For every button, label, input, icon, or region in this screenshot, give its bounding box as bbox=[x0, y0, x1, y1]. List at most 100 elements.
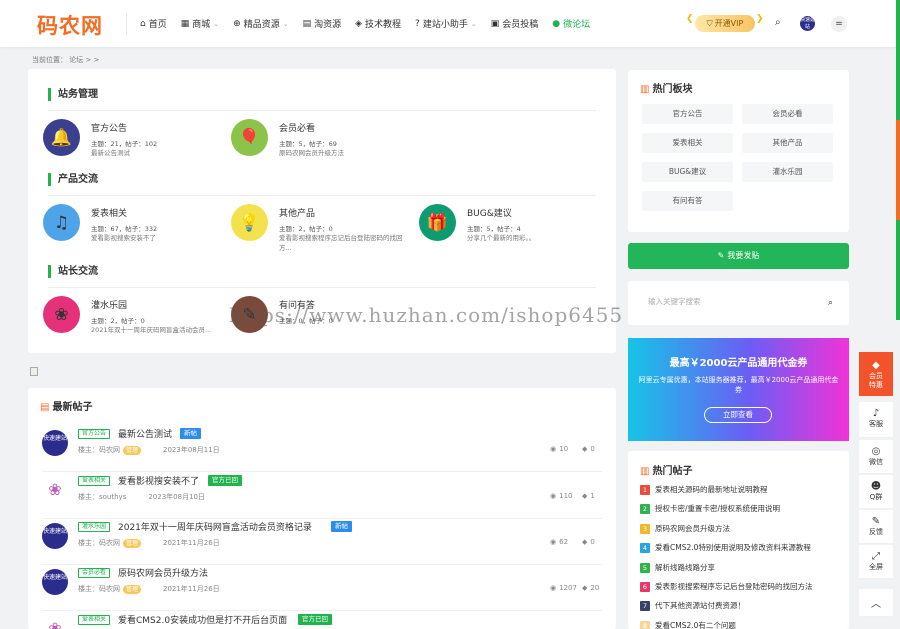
forum-item[interactable]: 🔔 官方公告 主题：21，帖子：102 最新公告测试 bbox=[43, 119, 223, 159]
hot-post-title[interactable]: 爱看CMS2.0有二个问题 bbox=[655, 621, 736, 629]
deco-stripe-orange bbox=[896, 120, 900, 220]
forum-item[interactable]: ❀ 灌水乐园 主题：2，帖子：0 2021年双十一周年庆码网盲盒活动会员... bbox=[43, 296, 223, 336]
hot-post-item[interactable]: 1 爱表相关源码的最新地址说明教程 bbox=[640, 484, 845, 495]
forum-name[interactable]: 灌水乐园 bbox=[91, 298, 127, 311]
float-bell[interactable]: ♪ 客服 bbox=[859, 402, 893, 438]
hot-posts-title: ▥ 热门帖子 bbox=[640, 462, 692, 477]
watermark: https://www.huzhan.com/ishop6455 bbox=[229, 303, 624, 327]
forum-name[interactable]: 其他产品 bbox=[279, 206, 315, 219]
post-title[interactable]: 爱看CMS2.0安装成功但是打不开后台页面 bbox=[118, 613, 287, 626]
search-submit-icon[interactable]: ⌕ bbox=[828, 298, 833, 308]
hot-board-tag[interactable]: 其他产品 bbox=[742, 133, 833, 153]
float-wechat[interactable]: ◎ 微信 bbox=[859, 440, 893, 474]
post-badge: 新帖 bbox=[331, 521, 352, 532]
forum-latest[interactable]: 爱看影视搜索安装不了 bbox=[91, 232, 226, 242]
forum-name[interactable]: 会员必看 bbox=[279, 121, 315, 134]
hot-post-item[interactable]: 3 原码农网会员升级方法 bbox=[640, 523, 845, 534]
forum-name[interactable]: BUG&建议 bbox=[467, 206, 512, 219]
hot-post-title[interactable]: 授权卡密/重置卡密/授权系统使用说明 bbox=[655, 504, 780, 513]
nav-item-1[interactable]: ▦ 商城 ⌄ bbox=[181, 17, 220, 31]
forum-item[interactable]: 💡 其他产品 主题：2，帖子：0 爱看影视搜索程序忘记后台登陆密码的找回方... bbox=[231, 204, 411, 252]
nav-item-3[interactable]: ▤ 淘资源 bbox=[303, 17, 342, 31]
post-row[interactable]: 快速建站 会员必看 原码农网会员升级方法 楼主：码农网 管理 2021年11月26日 ◉ 12… bbox=[42, 565, 602, 611]
forum-latest[interactable]: 最新公告测试 bbox=[91, 147, 226, 157]
post-tag[interactable]: 官方公告 bbox=[78, 429, 111, 439]
post-tag[interactable]: 灌水乐园 bbox=[78, 522, 111, 532]
promo-button[interactable]: 立即查看 bbox=[704, 407, 772, 423]
hot-board-tag[interactable]: 灌水乐园 bbox=[742, 162, 833, 182]
hot-post-item[interactable]: 5 解析线路线路分享 bbox=[640, 562, 845, 573]
promo-banner[interactable]: 最高￥2000云产品通用代金券 阿里云专属优惠，本站服务器推荐，最高￥2000云… bbox=[628, 338, 849, 441]
post-author[interactable]: 楼主：码农网 bbox=[78, 539, 120, 547]
post-author[interactable]: 楼主：southys bbox=[78, 493, 126, 501]
post-title[interactable]: 2021年双十一周年庆码网盲盒活动会员资格记录 bbox=[118, 520, 312, 533]
site-logo[interactable]: 码农网 bbox=[37, 10, 103, 40]
post-title[interactable]: 最新公告测试 bbox=[118, 427, 172, 440]
nav-item-5[interactable]: ? 建站小助手 ⌄ bbox=[415, 17, 477, 31]
hot-post-item[interactable]: 4 爱看CMS2.0特别使用说明及修改资料来源教程 bbox=[640, 542, 845, 554]
forum-latest[interactable]: 爱看影视搜索程序忘记后台登陆密码的找回方... bbox=[279, 232, 414, 252]
post-avatar[interactable]: 快速建站 bbox=[42, 569, 68, 595]
post-avatar[interactable]: 快速建站 bbox=[42, 523, 68, 549]
hot-post-item[interactable]: 6 爱表影视搜索程序忘记后台登陆密码的找回方法 bbox=[640, 581, 845, 592]
float-diamond[interactable]: ◆ 会员 特惠 bbox=[859, 352, 893, 397]
chevron-down-icon: ⌄ bbox=[213, 19, 220, 28]
post-title[interactable]: 原码农网会员升级方法 bbox=[118, 566, 208, 579]
search-icon[interactable]: ⌕ bbox=[775, 17, 781, 28]
hot-post-title[interactable]: 爱表影视搜索程序忘记后台登陆密码的找回方法 bbox=[655, 582, 813, 591]
search-input[interactable]: 输入关键字搜索 bbox=[636, 292, 842, 312]
gift-icon: 🎁 bbox=[419, 204, 456, 241]
hot-post-item[interactable]: 8 爱看CMS2.0有二个问题 bbox=[640, 620, 845, 629]
hot-board-tag[interactable]: 爱表相关 bbox=[642, 133, 733, 153]
hot-board-tag[interactable]: BUG&建议 bbox=[642, 162, 733, 182]
forum-latest[interactable]: 2021年双十一周年庆码网盲盒活动会员... bbox=[91, 324, 226, 334]
hot-post-title[interactable]: 解析线路线路分享 bbox=[655, 563, 715, 572]
post-tag[interactable]: 爱表相关 bbox=[78, 615, 111, 625]
level-badge: 管理 bbox=[123, 446, 142, 455]
nav-item-6[interactable]: ▣ 会员投稿 bbox=[491, 17, 539, 31]
post-row[interactable]: 快速建站 灌水乐园 2021年双十一周年庆码网盲盒活动会员资格记录 新帖 楼主：码农网管… bbox=[42, 519, 602, 565]
post-row[interactable]: ❀ 爱表相关 爱看CMS2.0安装成功但是打不开后台页面 官方已回 bbox=[42, 612, 602, 629]
post-author[interactable]: 楼主：码农网 bbox=[78, 585, 120, 593]
nav-item-7[interactable]: ● 微论坛 bbox=[552, 17, 590, 31]
post-avatar[interactable]: ❀ bbox=[42, 616, 68, 629]
nav-item-4[interactable]: ◈ 技术教程 bbox=[355, 17, 401, 31]
post-tag[interactable]: 爱表相关 bbox=[78, 476, 111, 486]
forum-name[interactable]: 爱表相关 bbox=[91, 206, 127, 219]
hot-board-tag[interactable]: 会员必看 bbox=[742, 104, 833, 124]
post-tag[interactable]: 会员必看 bbox=[78, 568, 111, 578]
post-row[interactable]: 快速建站 官方公告 最新公告测试 新帖 楼主：码农网 管理 2023年08月11日 ◉ 10 ◆ 0 bbox=[42, 426, 602, 472]
hot-post-item[interactable]: 7 代下其他资源站付费资源！ bbox=[640, 600, 845, 612]
post-date: 2021年11月26日 bbox=[163, 585, 220, 593]
menu-button[interactable]: = bbox=[831, 16, 847, 32]
post-avatar[interactable]: 快速建站 bbox=[42, 430, 68, 456]
hot-board-tag[interactable]: 有问有答 bbox=[642, 191, 733, 211]
user-avatar[interactable]: 快速建站 bbox=[800, 16, 815, 31]
float-edit[interactable]: ✎ 反馈 bbox=[859, 510, 893, 544]
nav-item-2[interactable]: ⊕ 精品资源 ⌄ bbox=[233, 17, 288, 31]
float-fullscreen[interactable]: ⤢ 全屏 bbox=[859, 545, 893, 579]
vip-shield-icon: ⛉ bbox=[706, 18, 713, 28]
document-icon: ▤ bbox=[40, 402, 50, 413]
float-chevron-up[interactable]: ︿ bbox=[859, 589, 893, 617]
forum-item[interactable]: ♫ 爱表相关 主题：67，帖子：332 爱看影视搜索安装不了 bbox=[43, 204, 223, 244]
post-author[interactable]: 楼主：码农网 bbox=[78, 446, 120, 454]
forum-latest[interactable]: 分享几个最新的用彩。。 bbox=[467, 232, 602, 242]
forum-latest[interactable]: 原码农网会员升级方法 bbox=[279, 147, 414, 157]
hot-post-title[interactable]: 爱表相关源码的最新地址说明教程 bbox=[655, 485, 768, 494]
float-users[interactable]: ☻ Q群 bbox=[859, 475, 893, 509]
forum-item[interactable]: 🎁 BUG&建议 主题：5，帖子：4 分享几个最新的用彩。。 bbox=[419, 204, 599, 244]
hot-board-tag[interactable]: 官方公告 bbox=[642, 104, 733, 124]
post-row[interactable]: ❀ 爱表相关 爱看影视搜安装不了 官方已回 楼主：southys 2023年08月10日 ◉… bbox=[42, 473, 602, 519]
post-title[interactable]: 爱看影视搜安装不了 bbox=[118, 474, 199, 487]
vip-button[interactable]: ⛉ 开通VIP bbox=[695, 15, 755, 32]
nav-item-0[interactable]: ⌂ 首页 bbox=[140, 17, 167, 31]
hot-post-item[interactable]: 2 授权卡密/重置卡密/授权系统使用说明 bbox=[640, 503, 845, 515]
hot-post-title[interactable]: 原码农网会员升级方法 bbox=[655, 524, 730, 533]
post-avatar[interactable]: ❀ bbox=[42, 477, 68, 503]
new-post-button[interactable]: ✎ 我要发贴 bbox=[628, 243, 849, 269]
forum-item[interactable]: 🎈 会员必看 主题：5，帖子：69 原码农网会员升级方法 bbox=[231, 119, 411, 159]
hot-post-title[interactable]: 爱看CMS2.0特别使用说明及修改资料来源教程 bbox=[655, 543, 811, 552]
hot-post-title[interactable]: 代下其他资源站付费资源！ bbox=[655, 601, 745, 610]
forum-name[interactable]: 官方公告 bbox=[91, 121, 127, 134]
